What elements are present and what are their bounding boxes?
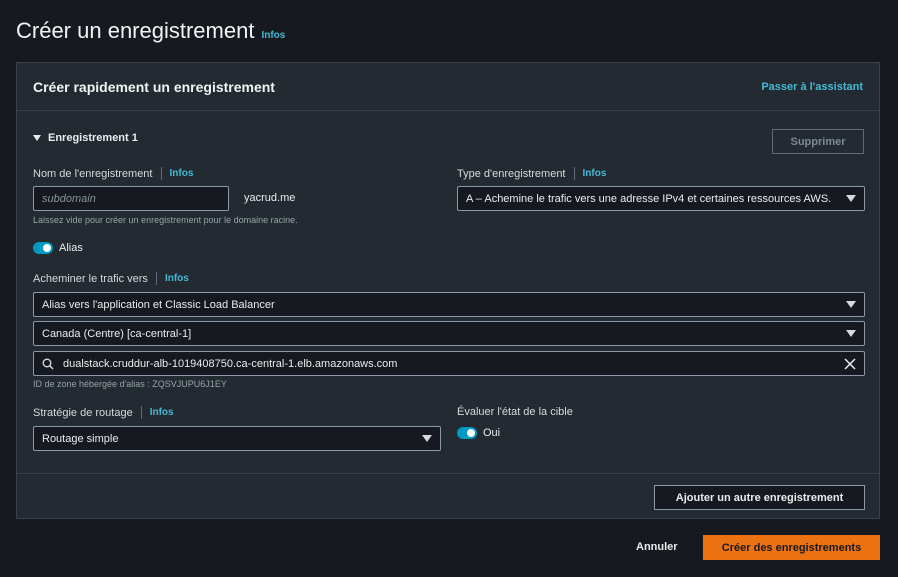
routing-policy-select[interactable]: Routage simple [33, 426, 441, 451]
record-name-label: Nom de l'enregistrement Infos [33, 167, 193, 180]
route-traffic-info-link[interactable]: Infos [165, 273, 189, 284]
alias-label: Alias [59, 242, 83, 254]
record-section-title: Enregistrement 1 [48, 132, 138, 144]
domain-suffix: yacrud.me [244, 192, 296, 204]
endpoint-select[interactable]: Alias vers l'application et Classic Load… [33, 292, 865, 317]
record-name-input[interactable]: subdomain [33, 186, 229, 211]
evaluate-health-label: Évaluer l'état de la cible [457, 406, 573, 418]
panel-title: Créer rapidement un enregistrement [33, 78, 275, 95]
load-balancer-search-input[interactable]: dualstack.cruddur-alb-1019408750.ca-cent… [33, 351, 865, 376]
cancel-button[interactable]: Annuler [636, 541, 678, 553]
record-type-label: Type d'enregistrement Infos [457, 167, 606, 180]
record-name-label-text: Nom de l'enregistrement [33, 167, 153, 180]
region-value: Canada (Centre) [ca-central-1] [42, 327, 192, 340]
alias-toggle-row: Alias [33, 242, 83, 254]
record-type-label-text: Type d'enregistrement [457, 167, 566, 180]
evaluate-health-row: Oui [457, 427, 500, 439]
record-name-placeholder: subdomain [42, 192, 96, 205]
routing-policy-value: Routage simple [42, 432, 119, 445]
region-select[interactable]: Canada (Centre) [ca-central-1] [33, 321, 865, 346]
caret-down-icon [846, 301, 856, 308]
panel-header: Créer rapidement un enregistrement Passe… [17, 63, 879, 111]
route-traffic-label-text: Acheminer le trafic vers [33, 272, 148, 285]
record-type-info-link[interactable]: Infos [583, 168, 607, 179]
record-type-value: A – Achemine le trafic vers une adresse … [466, 192, 832, 205]
endpoint-value: Alias vers l'application et Classic Load… [42, 298, 275, 311]
evaluate-health-toggle[interactable] [457, 427, 477, 439]
triangle-down-icon [33, 135, 41, 141]
caret-down-icon [422, 435, 432, 442]
page-title: Créer un enregistrement [16, 18, 255, 43]
alias-zone-id-hint: ID de zone hébergée d'alias : ZQSVJUPU6J… [33, 379, 227, 389]
record-name-hint: Laissez vide pour créer un enregistremen… [33, 215, 298, 225]
route-traffic-label: Acheminer le trafic vers Infos [33, 272, 189, 285]
caret-down-icon [846, 195, 856, 202]
create-records-button[interactable]: Créer des enregistrements [703, 535, 880, 560]
page-info-link[interactable]: Infos [261, 30, 285, 41]
record-type-select[interactable]: A – Achemine le trafic vers une adresse … [457, 186, 865, 211]
routing-policy-label: Stratégie de routage Infos [33, 406, 174, 419]
page-header: Créer un enregistrement Infos [16, 18, 285, 44]
record-section-toggle[interactable]: Enregistrement 1 [33, 132, 138, 144]
add-record-button[interactable]: Ajouter un autre enregistrement [654, 485, 865, 510]
switch-to-wizard-link[interactable]: Passer à l'assistant [761, 81, 863, 93]
routing-policy-label-text: Stratégie de routage [33, 406, 133, 419]
caret-down-icon [846, 330, 856, 337]
panel-divider [17, 473, 879, 474]
alias-toggle[interactable] [33, 242, 53, 254]
quick-create-panel: Créer rapidement un enregistrement Passe… [16, 62, 880, 519]
load-balancer-value: dualstack.cruddur-alb-1019408750.ca-cent… [63, 357, 398, 370]
clear-icon[interactable] [844, 357, 856, 370]
delete-button[interactable]: Supprimer [772, 129, 864, 154]
evaluate-health-value: Oui [483, 427, 501, 439]
record-name-info-link[interactable]: Infos [170, 168, 194, 179]
search-icon [42, 358, 54, 370]
routing-policy-info-link[interactable]: Infos [150, 407, 174, 418]
